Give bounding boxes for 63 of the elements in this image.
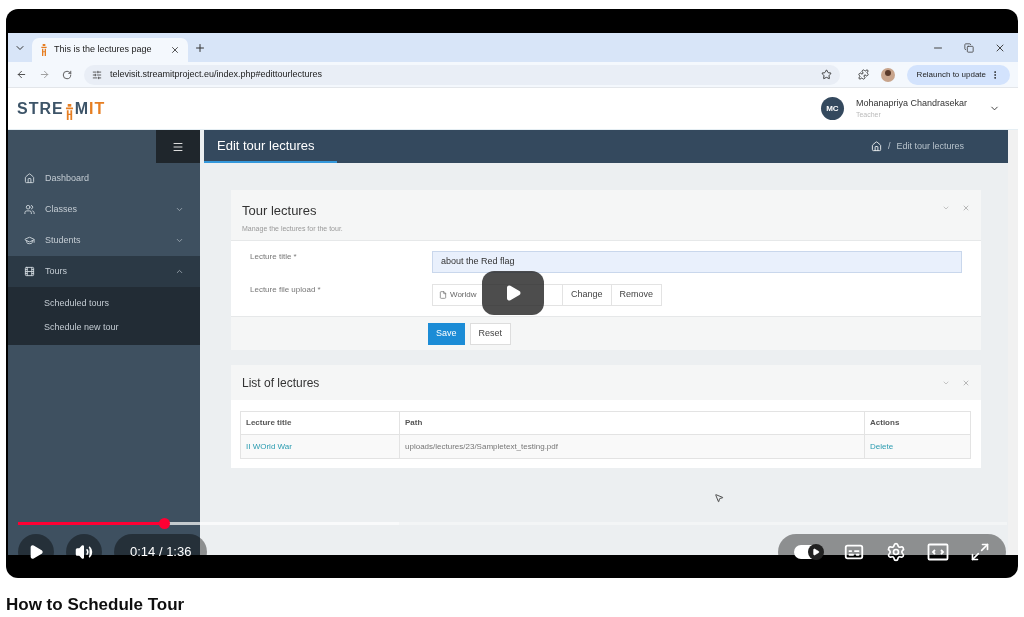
column-header: Lecture title <box>240 411 400 435</box>
user-name: Mohanapriya Chandrasekar <box>855 97 967 109</box>
address-field[interactable]: televisit.streamitproject.eu/index.php#edittourlectures <box>84 64 840 85</box>
progress-thumb[interactable] <box>159 518 171 529</box>
sidebar-subitem[interactable]: Schedule new tour <box>8 316 200 340</box>
sidebar-subitem[interactable]: Scheduled tours <box>8 292 200 316</box>
panel-title: Tour lectures <box>242 202 318 220</box>
file-icon <box>439 291 447 299</box>
play-icon <box>28 544 44 560</box>
expand-caret-icon <box>175 205 184 214</box>
breadcrumb-separator: / <box>887 139 891 153</box>
menu-toggle-button[interactable] <box>156 130 200 163</box>
file-action-button[interactable]: Change <box>563 284 612 306</box>
mouse-cursor-icon <box>714 493 724 503</box>
menu-icon <box>172 140 184 153</box>
sidebar-item-icon <box>24 235 35 246</box>
collapse-caret-icon <box>175 267 184 276</box>
scrollbar[interactable] <box>1008 130 1018 555</box>
fullscreen-icon[interactable] <box>969 542 990 562</box>
restore-icon[interactable] <box>964 42 974 53</box>
sidebar-item-icon <box>24 266 35 277</box>
settings-icon[interactable] <box>886 542 906 562</box>
column-header: Actions <box>864 411 971 435</box>
sidebar-item-icon <box>24 173 35 184</box>
panel-title: List of lectures <box>242 374 321 392</box>
page-title: Edit tour lectures <box>204 130 337 163</box>
field-label: Lecture file upload * <box>249 284 322 296</box>
site-info-icon[interactable] <box>92 69 102 80</box>
sidebar-item-icon <box>24 204 35 215</box>
sidebar-item[interactable]: Classes <box>8 194 200 225</box>
reload-icon[interactable] <box>62 69 72 80</box>
breadcrumb-item[interactable]: Edit tour lectures <box>896 139 964 154</box>
browser-tab[interactable]: This is the lectures page <box>32 38 188 62</box>
profile-avatar-icon[interactable] <box>880 67 895 82</box>
relaunch-button[interactable]: Relaunch to update <box>906 64 1010 85</box>
sidebar-item[interactable]: Tours <box>8 256 200 287</box>
breadcrumb-home-icon[interactable] <box>870 141 882 152</box>
file-action-button[interactable]: Remove <box>611 284 663 306</box>
logo-tower-icon <box>63 103 75 120</box>
close-tab-icon[interactable] <box>170 45 180 55</box>
autoplay-play-icon <box>812 548 821 556</box>
autoplay-toggle[interactable] <box>794 545 823 559</box>
expand-caret-icon <box>175 236 184 245</box>
play-icon <box>504 284 522 302</box>
save-button[interactable]: Save <box>428 322 465 345</box>
new-tab-icon[interactable] <box>194 41 206 54</box>
tab-favicon-icon <box>40 44 48 56</box>
reset-button[interactable]: Reset <box>469 322 512 345</box>
sidebar-item[interactable]: Dashboard <box>8 163 200 194</box>
volume-icon <box>75 543 93 561</box>
field-label: Lecture title * <box>249 251 298 263</box>
lecture-title-field[interactable]: about the Red flag <box>432 251 962 273</box>
extensions-icon[interactable] <box>857 69 869 80</box>
miniplayer-icon[interactable] <box>926 543 949 561</box>
sidebar-item[interactable]: Students <box>8 225 200 256</box>
column-header: Path <box>399 411 865 435</box>
table-cell: uploads/lectures/23/Sampletext_testing.pdf <box>399 434 865 459</box>
bookmark-star-icon[interactable] <box>820 69 832 80</box>
logo[interactable]: STRE MIT <box>17 96 106 121</box>
back-icon[interactable] <box>16 69 27 80</box>
video-title: How to Schedule Tour <box>6 594 186 616</box>
user-avatar[interactable]: MC <box>820 97 844 120</box>
big-play-button[interactable] <box>482 271 544 315</box>
